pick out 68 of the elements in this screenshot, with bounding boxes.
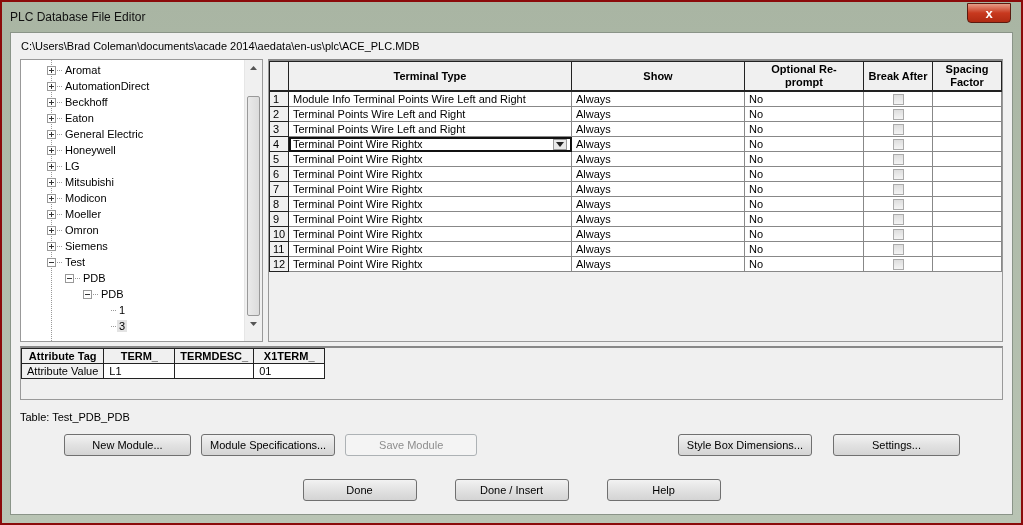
- scroll-up-icon[interactable]: [250, 66, 257, 70]
- dialog-button[interactable]: Module Specifications...: [201, 434, 336, 456]
- scroll-down-icon[interactable]: [250, 322, 257, 326]
- tree-item[interactable]: 1: [117, 304, 128, 316]
- tree-item[interactable]: AutomationDirect: [63, 80, 152, 92]
- tree-item[interactable]: Siemens: [63, 240, 110, 252]
- tree-item[interactable]: Aromat: [63, 64, 103, 76]
- tree-item[interactable]: 3: [117, 320, 128, 332]
- close-button[interactable]: x: [967, 3, 1011, 23]
- checkbox[interactable]: [892, 109, 904, 121]
- window-title: PLC Database File Editor: [10, 10, 146, 24]
- expander-icon[interactable]: [47, 257, 56, 267]
- expander-icon[interactable]: [47, 225, 56, 235]
- column-header[interactable]: Optional Re-prompt: [744, 61, 864, 91]
- column-header: TERM_: [103, 348, 175, 364]
- column-header[interactable]: Break After: [863, 61, 933, 91]
- expander-icon[interactable]: [47, 113, 56, 123]
- expander-icon[interactable]: [47, 161, 56, 171]
- tree-item[interactable]: PDB: [99, 288, 126, 300]
- expander-icon[interactable]: [83, 289, 92, 299]
- expander-icon[interactable]: [47, 209, 56, 219]
- table-label: Table: Test_PDB_PDB: [20, 411, 131, 423]
- dialog-button[interactable]: New Module...: [64, 434, 191, 456]
- tree-item[interactable]: Modicon: [63, 192, 109, 204]
- tree-item[interactable]: Moeller: [63, 208, 104, 220]
- column-header[interactable]: Spacing Factor: [932, 61, 1002, 91]
- expander-icon[interactable]: [47, 81, 56, 91]
- dialog-button[interactable]: Settings...: [833, 434, 960, 456]
- checkbox[interactable]: [892, 184, 904, 196]
- tree-item[interactable]: Beckhoff: [63, 96, 110, 108]
- expander-icon[interactable]: [47, 145, 56, 155]
- dialog-button[interactable]: Style Box Dimensions...: [677, 434, 812, 456]
- tree-item[interactable]: Honeywell: [63, 144, 118, 156]
- tree-item[interactable]: Eaton: [63, 112, 96, 124]
- expander-icon[interactable]: [47, 97, 56, 107]
- checkbox[interactable]: [892, 244, 904, 256]
- row-header: Attribute Tag: [21, 348, 104, 364]
- checkbox[interactable]: [892, 124, 904, 136]
- checkbox[interactable]: [892, 139, 904, 151]
- expander-icon[interactable]: [47, 177, 56, 187]
- checkbox[interactable]: [892, 214, 904, 226]
- dialog-button[interactable]: Help: [606, 479, 721, 501]
- column-header: TERMDESC_: [174, 348, 254, 364]
- dialog-button[interactable]: Done: [302, 479, 417, 501]
- expander-icon[interactable]: [47, 129, 56, 139]
- checkbox[interactable]: [892, 229, 904, 241]
- expander-icon[interactable]: [65, 273, 74, 283]
- tree-item[interactable]: Omron: [63, 224, 101, 236]
- dialog-button[interactable]: Done / Insert: [454, 479, 569, 501]
- dropdown-arrow-icon[interactable]: [553, 138, 567, 150]
- expander-icon[interactable]: [47, 241, 56, 251]
- checkbox[interactable]: [892, 94, 904, 106]
- scrollbar[interactable]: [244, 60, 262, 341]
- tree-item[interactable]: LG: [63, 160, 82, 172]
- column-header: X1TERM_: [253, 348, 325, 364]
- expander-icon[interactable]: [47, 65, 56, 75]
- tree-item[interactable]: Mitsubishi: [63, 176, 116, 188]
- file-path: C:\Users\Brad Coleman\documents\acade 2014\aedata\en-us\plc\ACE_PLC.MDB: [21, 40, 421, 52]
- checkbox[interactable]: [892, 199, 904, 211]
- tree-item[interactable]: General Electric: [63, 128, 146, 140]
- tree-item[interactable]: PDB: [81, 272, 108, 284]
- expander-icon[interactable]: [47, 193, 56, 203]
- checkbox[interactable]: [892, 259, 904, 271]
- column-header[interactable]: Terminal Type: [288, 61, 572, 91]
- column-header[interactable]: Show: [571, 61, 745, 91]
- checkbox[interactable]: [892, 169, 904, 181]
- tree-item[interactable]: Test: [63, 256, 88, 268]
- checkbox[interactable]: [892, 154, 904, 166]
